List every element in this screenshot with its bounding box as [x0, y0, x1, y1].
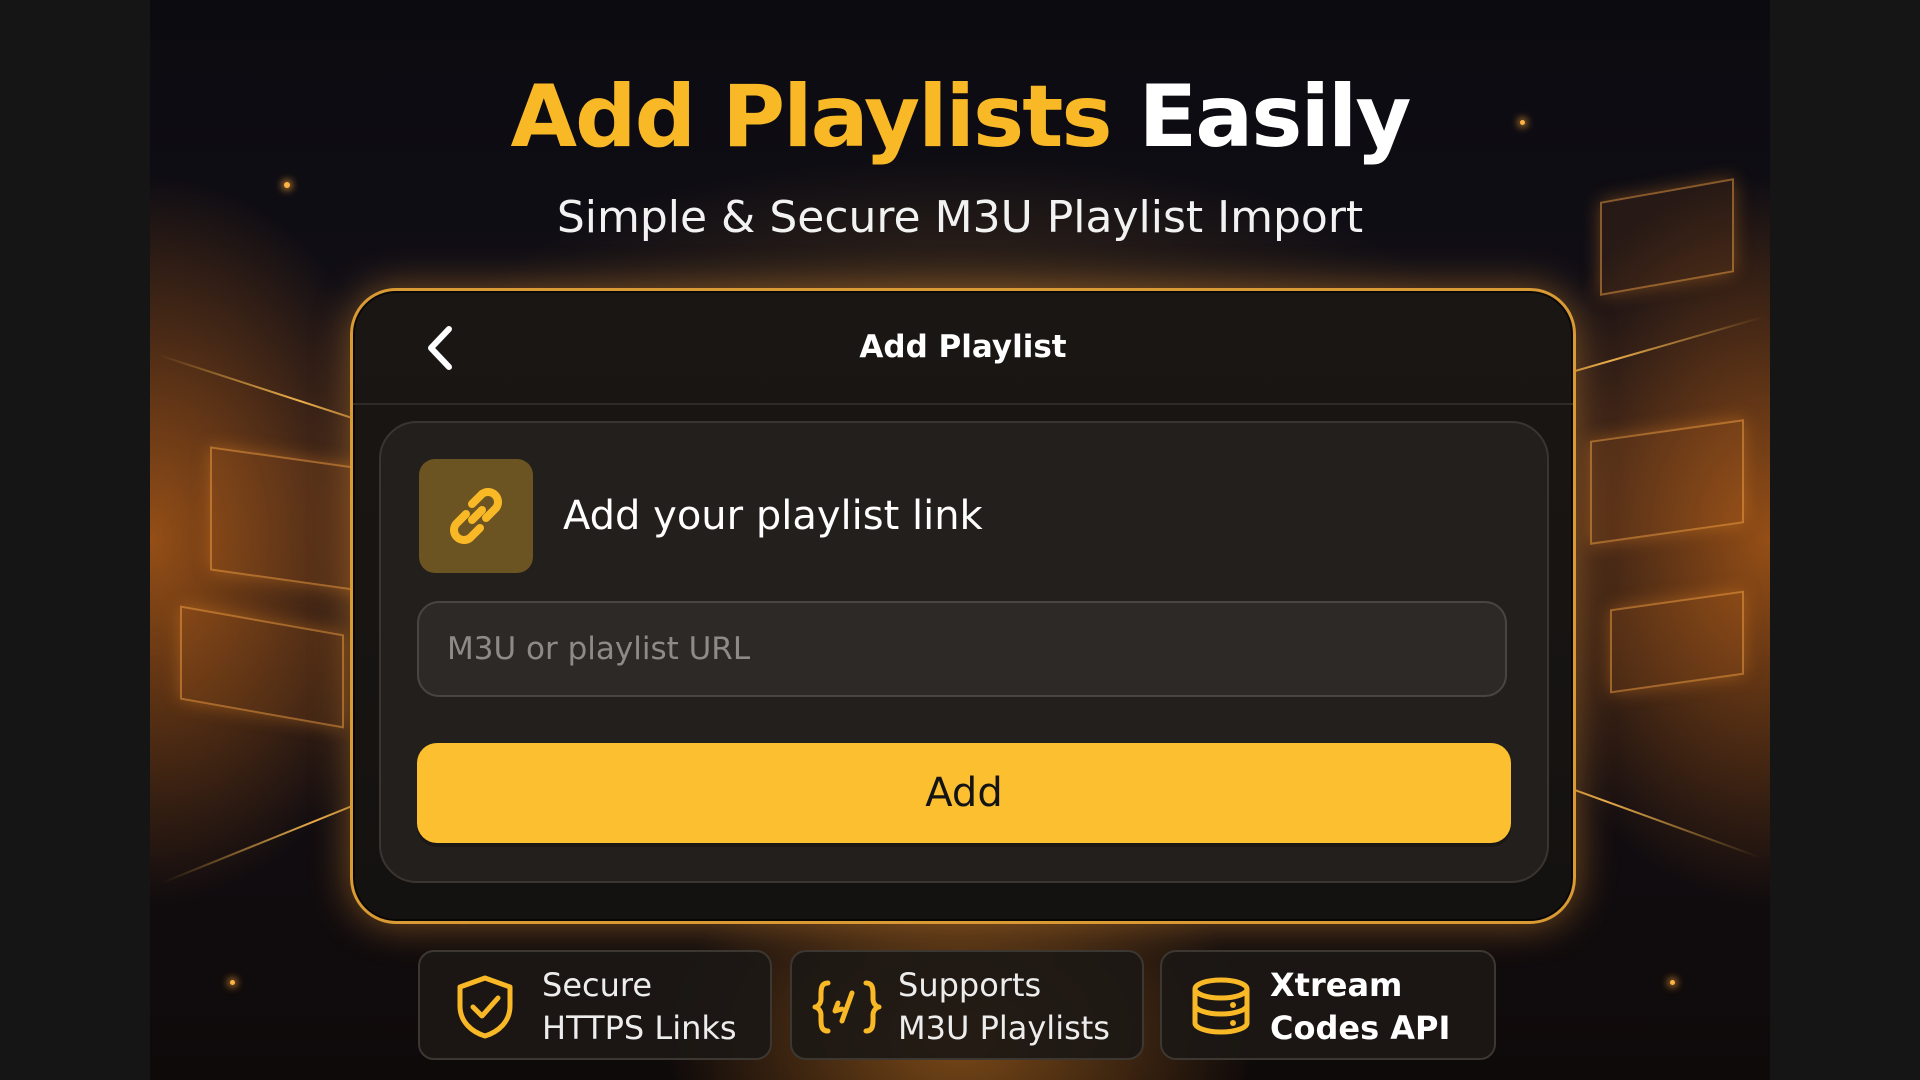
feature-line-1: Supports	[898, 966, 1042, 1004]
server-stack-icon	[1192, 977, 1250, 1035]
feature-badge-m3u: Supports M3U Playlists	[790, 950, 1144, 1060]
link-icon	[450, 488, 502, 544]
card-heading: Add your playlist link	[563, 493, 983, 539]
page-title: Add Playlists Easily	[150, 62, 1770, 172]
letterbox-left	[0, 0, 150, 1080]
link-icon-tile	[419, 459, 533, 573]
feature-text: Secure HTTPS Links	[542, 964, 737, 1050]
decor-panel	[1610, 590, 1744, 694]
decor-speck	[1670, 980, 1675, 985]
add-button[interactable]: Add	[417, 743, 1511, 843]
title-accent: Add Playlists	[510, 67, 1113, 167]
decor-panel	[180, 605, 344, 729]
promo-stage: Add Playlists Easily Simple & Secure M3U…	[150, 0, 1770, 1080]
playlist-link-card: Add your playlist link Add	[379, 421, 1549, 883]
shield-check-icon	[457, 975, 513, 1039]
feature-line-2: M3U Playlists	[898, 1009, 1110, 1047]
title-rest: Easily	[1138, 67, 1411, 167]
feature-badge-https: Secure HTTPS Links	[418, 950, 772, 1060]
decor-speck	[230, 980, 235, 985]
decor-panel	[1590, 419, 1744, 545]
playlist-url-input[interactable]	[417, 601, 1507, 697]
feature-badge-xtream: Xtream Codes API	[1160, 950, 1496, 1060]
feature-line-1: Xtream	[1270, 966, 1403, 1004]
feature-icon-wrap	[1186, 972, 1256, 1042]
feature-icon-wrap	[450, 972, 520, 1042]
feature-line-2: Codes API	[1270, 1009, 1451, 1047]
dialog-header: Add Playlist	[353, 291, 1573, 405]
feature-text: Supports M3U Playlists	[898, 964, 1110, 1050]
feature-text: Xtream Codes API	[1270, 964, 1450, 1050]
feature-line-1: Secure	[542, 966, 653, 1004]
feature-line-2: HTTPS Links	[542, 1009, 737, 1047]
add-playlist-dialog: Add Playlist Add your playlist link Add	[350, 288, 1576, 924]
page-subtitle: Simple & Secure M3U Playlist Import	[556, 192, 1364, 243]
dialog-title: Add Playlist	[859, 329, 1067, 365]
code-braces-icon	[812, 980, 882, 1034]
feature-icon-wrap	[812, 972, 882, 1042]
letterbox-right	[1770, 0, 1920, 1080]
